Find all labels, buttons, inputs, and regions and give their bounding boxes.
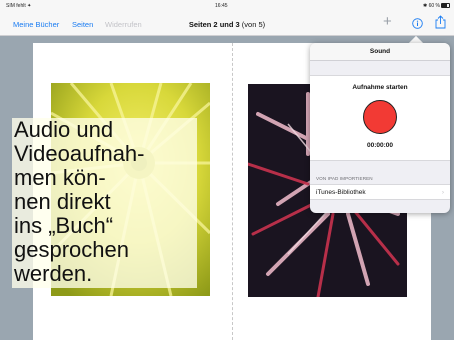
caption-line: men kön- [14,165,106,190]
carrier-label: SIM fehlt ✦ [6,3,32,9]
page-divider [232,43,233,340]
status-bar: SIM fehlt ✦ 16:45 ✱ 60 % [0,0,454,12]
caption-line: Audio und [14,117,114,142]
record-label: Aufnahme starten [352,84,408,91]
share-icon[interactable] [435,15,446,31]
chevron-right-icon: › [441,189,444,196]
clock: 16:45 [215,3,228,9]
caption-text-box[interactable]: Audio und Videoaufnah- men kön- nen dire… [12,118,197,288]
navigation-bar: Meine Bücher Seiten Widerrufen Seiten 2 … [0,12,454,36]
plus-icon[interactable]: + [383,14,392,29]
page-title-main: Seiten 2 und 3 [188,20,240,29]
itunes-library-row[interactable]: iTunes-Bibliothek › [310,184,450,200]
battery-icon [441,3,450,8]
caption-line: ins „Buch“ [14,213,114,238]
sound-popover: Sound Aufnahme starten 00:00:00 VON IPAD… [310,43,450,213]
caption-line: gesprochen [14,237,129,262]
info-icon[interactable] [412,17,423,31]
record-timer: 00:00:00 [366,142,394,149]
import-section-header: VON IPAD IMPORTIEREN [316,176,373,181]
record-panel: Aufnahme starten 00:00:00 [310,75,450,161]
caption-line: nen direkt [14,189,111,214]
caption-line: werden. [14,261,93,286]
record-button[interactable] [363,100,397,134]
battery-label: ✱ 60 % [423,3,440,9]
caption-line: Videoaufnah- [14,141,145,166]
page-title-count: (von 5) [239,20,266,29]
itunes-library-label: iTunes-Bibliothek [316,189,366,196]
popover-title: Sound [310,43,450,61]
